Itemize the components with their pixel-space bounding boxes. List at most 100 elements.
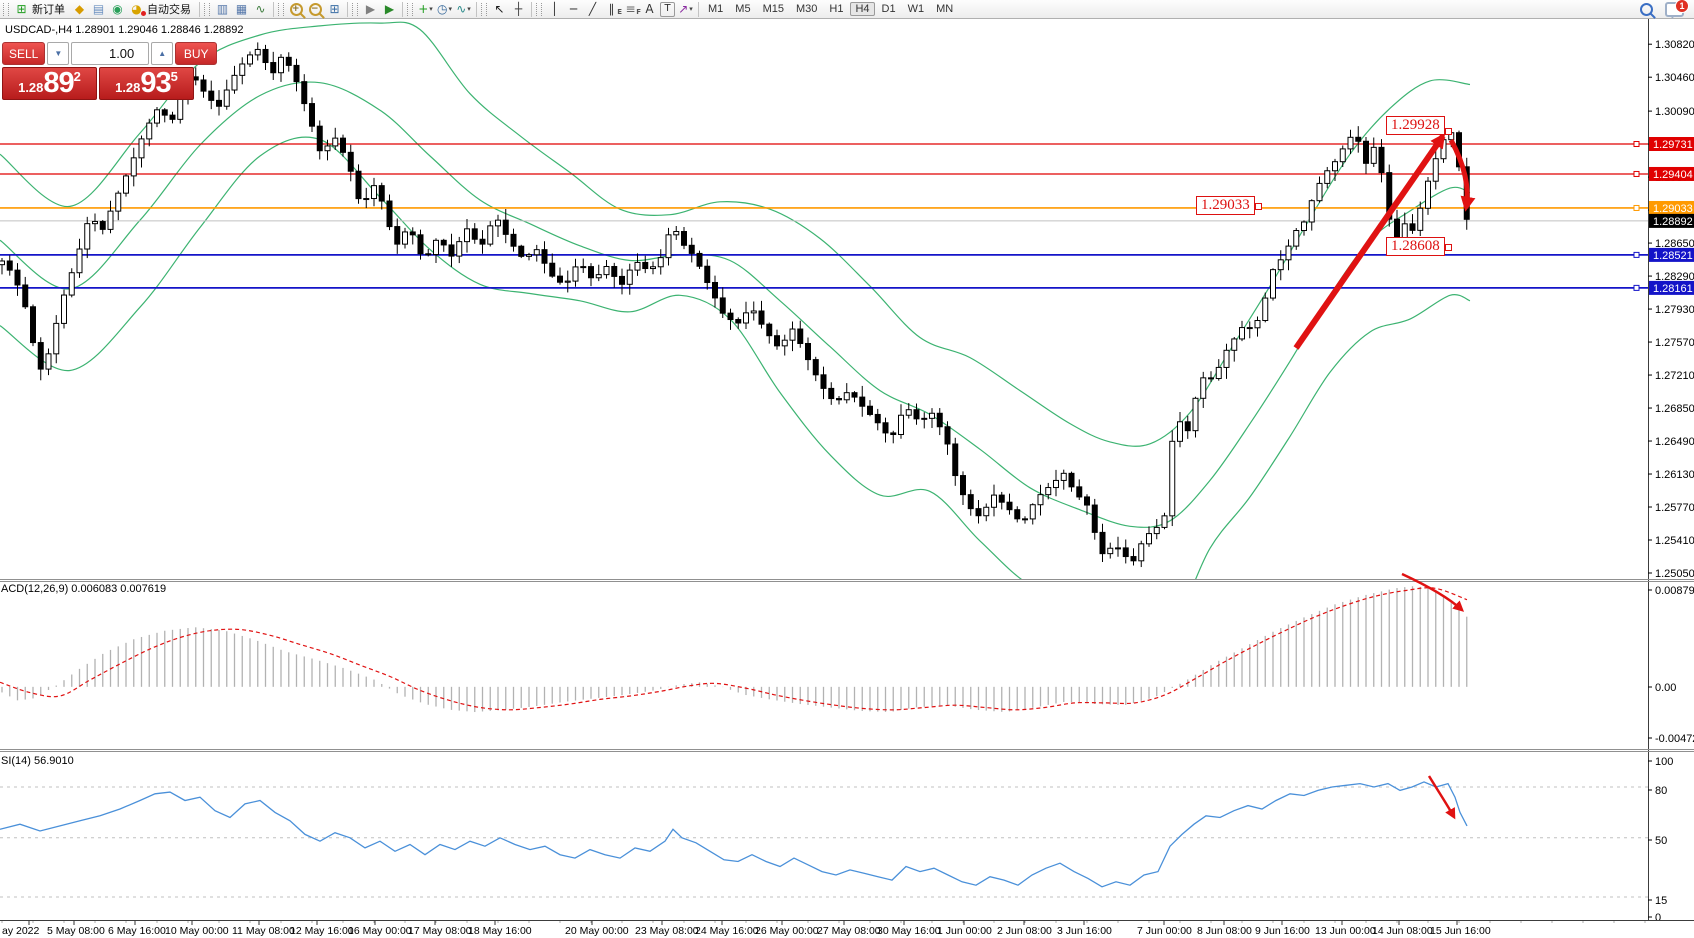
market-watch-icon[interactable]: ◆: [71, 1, 88, 17]
svg-text:17 May 08:00: 17 May 08:00: [408, 925, 472, 937]
svg-text:30 May 16:00: 30 May 16:00: [877, 925, 941, 937]
signals-icon[interactable]: ◉: [109, 1, 126, 17]
channel-tool-icon[interactable]: ∥E: [603, 1, 620, 17]
auto-trading-icon[interactable]: ◕: [128, 1, 145, 17]
buy-button[interactable]: BUY: [175, 42, 217, 65]
line-handle: [1634, 252, 1639, 257]
zoom-in-icon[interactable]: +: [288, 1, 305, 17]
chart-canvas[interactable]: 1.308201.304601.300901.297301.293701.290…: [0, 0, 1694, 938]
svg-text:1.25050: 1.25050: [1655, 568, 1694, 580]
auto-scroll-icon[interactable]: ▶: [381, 1, 398, 17]
search-icon[interactable]: [1640, 3, 1653, 16]
add-indicator-caret-icon[interactable]: ▾: [429, 2, 433, 16]
objects-window-icon[interactable]: ▦: [233, 1, 250, 17]
price-annotation-mid[interactable]: 1.29033: [1196, 196, 1255, 215]
timeframe-m1-button[interactable]: M1: [703, 2, 728, 16]
svg-text:1.28161: 1.28161: [1653, 283, 1693, 295]
trendline-tool-icon[interactable]: ╱: [584, 1, 601, 17]
svg-text:15 Jun 16:00: 15 Jun 16:00: [1430, 925, 1491, 937]
svg-text:5 May 08:00: 5 May 08:00: [47, 925, 105, 937]
toolbar-separator: [402, 2, 403, 17]
toolbar-separator: [476, 2, 477, 17]
price-annotation-high[interactable]: 1.29928: [1386, 116, 1445, 135]
toolbar-separator: [698, 2, 699, 17]
buy-price-main: 93: [140, 69, 170, 98]
crosshair-tool-icon[interactable]: ┼: [510, 1, 527, 17]
sell-price-sup: 2: [74, 70, 81, 83]
volume-input[interactable]: [71, 42, 149, 65]
vertical-line-tool-icon[interactable]: │: [546, 1, 563, 17]
fibonacci-tool-icon[interactable]: ≡F: [622, 1, 639, 17]
price-annotation-low[interactable]: 1.28608: [1386, 237, 1445, 256]
line-handle: [1634, 285, 1639, 290]
add-indicator-icon[interactable]: +▾: [417, 1, 434, 17]
svg-text:1.26850: 1.26850: [1655, 403, 1694, 415]
toolbar-grip: [481, 3, 487, 16]
new-order-icon[interactable]: ⊞: [13, 1, 30, 17]
svg-text:1.30820: 1.30820: [1655, 39, 1694, 51]
zoom-out-icon[interactable]: −: [307, 1, 324, 17]
time-axis[interactable]: ay 20225 May 08:006 May 16:0010 May 00:0…: [2, 921, 1645, 937]
profiles-icon[interactable]: ▤: [90, 1, 107, 17]
timeframe-w1-button[interactable]: W1: [903, 2, 930, 16]
line-chart-mode-icon[interactable]: ∿: [252, 1, 269, 17]
timeframe-d1-button[interactable]: D1: [877, 2, 901, 16]
arrows-tool-icon[interactable]: ↗▾: [677, 1, 694, 17]
toolbar-grip: [352, 3, 358, 16]
annotation-handle[interactable]: [1255, 203, 1262, 210]
toolbar-separator: [531, 2, 532, 17]
svg-text:80: 80: [1655, 785, 1667, 797]
new-order-label: 新订单: [32, 1, 65, 17]
triangle-down-icon: ▼: [54, 49, 62, 58]
sell-price-prefix: 1.28: [18, 78, 43, 98]
price-axis[interactable]: 1.308201.304601.300901.297301.293701.290…: [1648, 19, 1694, 924]
toolbar-grip: [3, 3, 9, 16]
timeframe-h4-button[interactable]: H4: [850, 2, 874, 16]
timeframe-m5-button[interactable]: M5: [730, 2, 755, 16]
svg-text:0: 0: [1655, 912, 1661, 924]
line-handle: [1634, 205, 1639, 210]
svg-text:27 May 08:00: 27 May 08:00: [817, 925, 881, 937]
svg-text:50: 50: [1655, 835, 1667, 847]
svg-text:1.29033: 1.29033: [1653, 203, 1693, 215]
text-label-tool-icon[interactable]: T: [660, 2, 675, 17]
indicators-window-icon[interactable]: ▥: [214, 1, 231, 17]
volume-increase-button[interactable]: ▲: [151, 42, 173, 65]
timeframe-m15-button[interactable]: M15: [758, 2, 789, 16]
zoom-out-icon: −: [309, 3, 322, 16]
line-handle: [1634, 171, 1639, 176]
timeframe-mn-button[interactable]: MN: [931, 2, 958, 16]
timeframe-h1-button[interactable]: H1: [824, 2, 848, 16]
cursor-tool-icon[interactable]: ↖: [491, 1, 508, 17]
buy-price-button[interactable]: 1.28 93 5: [99, 67, 194, 100]
svg-text:20 May 00:00: 20 May 00:00: [565, 925, 629, 937]
horizontal-line-tool-icon[interactable]: ─: [565, 1, 582, 17]
tile-windows-icon[interactable]: ⊞: [326, 1, 343, 17]
text-tool-icon[interactable]: A: [641, 1, 658, 17]
volume-decrease-button[interactable]: ▼: [47, 42, 69, 65]
svg-text:13 Jun 00:00: 13 Jun 00:00: [1315, 925, 1376, 937]
toolbar-grip: [407, 3, 413, 16]
mt4-window: ⊞新订单◆▤◉◕自动交易▥▦∿+−⊞▶▶+▾◷▾∿▾↖┼│─╱∥E≡FAT↗▾M…: [0, 0, 1694, 938]
rsi-indicator: [0, 782, 1648, 897]
sell-price-button[interactable]: 1.28 89 2: [2, 67, 97, 100]
svg-text:1.29731: 1.29731: [1653, 139, 1693, 151]
sell-button[interactable]: SELL: [2, 42, 45, 65]
period-selector-icon[interactable]: ◷▾: [436, 1, 453, 17]
svg-text:12 May 16:00: 12 May 16:00: [290, 925, 354, 937]
annotation-handle[interactable]: [1445, 244, 1452, 251]
horizontal-price-lines[interactable]: [0, 142, 1648, 291]
svg-text:16 May 00:00: 16 May 00:00: [348, 925, 412, 937]
chat-icon[interactable]: 1: [1665, 2, 1684, 17]
timeframe-m30-button[interactable]: M30: [791, 2, 822, 16]
annotation-handle[interactable]: [1445, 128, 1452, 135]
one-click-trading-panel: SELL ▼ ▲ BUY 1.28 89 2 1.28 93 5: [2, 42, 198, 100]
svg-text:0.00: 0.00: [1655, 682, 1676, 694]
chart-template-caret-icon[interactable]: ▾: [467, 2, 471, 16]
chart-shift-icon[interactable]: ▶: [362, 1, 379, 17]
chart-template-icon[interactable]: ∿▾: [455, 1, 472, 17]
rsi-down-arrow[interactable]: [1429, 776, 1454, 817]
arrows-tool-caret-icon[interactable]: ▾: [689, 2, 693, 16]
period-selector-caret-icon[interactable]: ▾: [448, 2, 452, 16]
svg-text:3 Jun 16:00: 3 Jun 16:00: [1057, 925, 1112, 937]
